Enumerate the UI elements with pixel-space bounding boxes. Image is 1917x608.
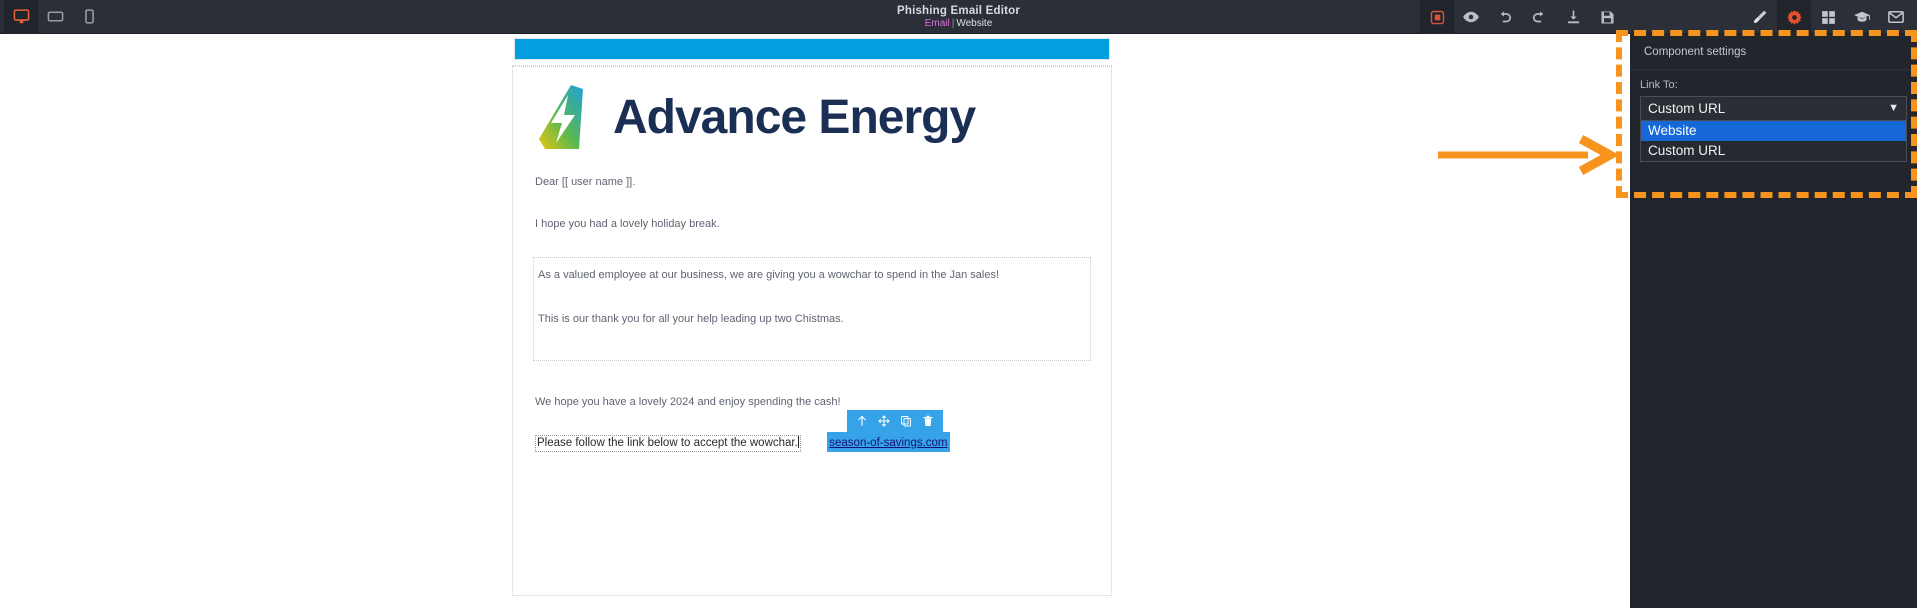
style-manager-button[interactable] — [1743, 0, 1777, 34]
mode-breadcrumb: Email | Website — [925, 18, 993, 30]
email-document[interactable]: Advance Energy Dear [[ user name ]]. I h… — [512, 34, 1112, 596]
mobile-view-button[interactable] — [72, 0, 106, 34]
paragraph-thanks[interactable]: This is our thank you for all your help … — [536, 312, 1088, 326]
email-body[interactable]: Advance Energy Dear [[ user name ]]. I h… — [512, 66, 1112, 596]
link-chip[interactable]: season-of-savings.com — [827, 432, 950, 452]
device-preview-group — [0, 0, 106, 34]
move-icon — [878, 415, 890, 427]
link-to-option-custom-url[interactable]: Custom URL — [1641, 141, 1906, 161]
preview-button[interactable] — [1454, 0, 1488, 34]
paragraph-follow-link[interactable]: Please follow the link below to accept t… — [535, 435, 801, 452]
arrow-up-icon — [858, 415, 867, 427]
tablet-icon — [47, 11, 63, 22]
text-component-box[interactable]: As a valued employee at our business, we… — [533, 257, 1091, 361]
settings-button[interactable] — [1777, 0, 1811, 34]
square-outline-icon — [1430, 10, 1444, 24]
select-parent-icon-button[interactable] — [851, 410, 873, 432]
link-component[interactable]: season-of-savings.com — [827, 410, 950, 452]
paragraph-valued[interactable]: As a valued employee at our business, we… — [536, 268, 1088, 282]
borders-toggle-button[interactable] — [1420, 0, 1454, 34]
text-caret — [797, 436, 799, 448]
link-to-select[interactable]: Custom URL ▼ — [1640, 96, 1907, 121]
hero-bar-row[interactable] — [512, 34, 1112, 62]
top-toolbar: Phishing Email Editor Email | Website — [0, 0, 1917, 34]
page-title: Phishing Email Editor — [896, 4, 1021, 17]
desktop-view-button[interactable] — [4, 0, 38, 34]
link-to-option-website[interactable]: Website — [1641, 121, 1906, 141]
envelope-icon — [1888, 11, 1904, 23]
breadcrumb-website[interactable]: Website — [956, 18, 992, 29]
settings-panel: Component settings Link To: Custom URL ▼… — [1630, 34, 1917, 608]
copy-icon-button[interactable] — [895, 410, 917, 432]
delete-icon-button[interactable] — [917, 410, 939, 432]
app-title-block: Phishing Email Editor Email | Website — [0, 0, 1917, 34]
copy-icon — [901, 416, 912, 427]
logo-wordmark: Advance Energy — [613, 90, 976, 144]
editor-canvas[interactable]: Advance Energy Dear [[ user name ]]. I h… — [0, 34, 1630, 608]
grid-icon — [1821, 10, 1835, 24]
app-root: Phishing Email Editor Email | Website Ad… — [0, 0, 1917, 608]
graduation-cap-icon — [1854, 11, 1870, 22]
floppy-disk-icon — [1600, 10, 1614, 24]
panel-body: Link To: Custom URL ▼ Website Custom URL — [1630, 70, 1917, 162]
mobile-icon — [84, 9, 94, 24]
paragraph-hope[interactable]: I hope you had a lovely holiday break. — [513, 217, 1111, 231]
paragraph-greeting[interactable]: Dear [[ user name ]]. — [513, 175, 1111, 189]
redo-icon — [1532, 11, 1544, 23]
link-to-selected-value: Custom URL — [1648, 101, 1726, 116]
component-toolbar — [847, 410, 944, 432]
tablet-view-button[interactable] — [38, 0, 72, 34]
desktop-icon — [13, 9, 29, 24]
eye-icon — [1463, 11, 1479, 23]
save-button[interactable] — [1590, 0, 1624, 34]
download-icon — [1567, 9, 1579, 23]
logo-block[interactable]: Advance Energy — [513, 67, 1111, 161]
panel-switch-group — [1743, 0, 1913, 34]
link-to-options-list[interactable]: Website Custom URL — [1640, 121, 1907, 162]
breadcrumb-separator: | — [951, 17, 955, 29]
trash-icon — [923, 415, 933, 426]
editor-actions-group — [1420, 0, 1624, 34]
breadcrumb-email[interactable]: Email — [925, 18, 950, 29]
panel-header: Component settings — [1630, 34, 1917, 70]
blocks-button[interactable] — [1811, 0, 1845, 34]
paintbrush-icon — [1754, 10, 1767, 23]
gear-icon — [1786, 9, 1802, 25]
hero-color-bar[interactable] — [514, 38, 1110, 60]
paragraph-cash[interactable]: We hope you have a lovely 2024 and enjoy… — [513, 395, 1111, 409]
chevron-down-icon: ▼ — [1888, 102, 1899, 114]
season-of-savings-link[interactable]: season-of-savings.com — [829, 437, 947, 449]
link-to-label: Link To: — [1640, 79, 1678, 91]
training-button[interactable] — [1845, 0, 1879, 34]
undo-button[interactable] — [1488, 0, 1522, 34]
redo-button[interactable] — [1522, 0, 1556, 34]
paragraph-follow-link-text: Please follow the link below to accept t… — [537, 437, 798, 449]
link-to-select-wrap: Custom URL ▼ Website Custom URL — [1640, 96, 1907, 162]
move-icon-button[interactable] — [873, 410, 895, 432]
undo-icon — [1500, 11, 1512, 23]
advance-energy-logo-icon — [539, 85, 583, 149]
import-button[interactable] — [1556, 0, 1590, 34]
email-button[interactable] — [1879, 0, 1913, 34]
